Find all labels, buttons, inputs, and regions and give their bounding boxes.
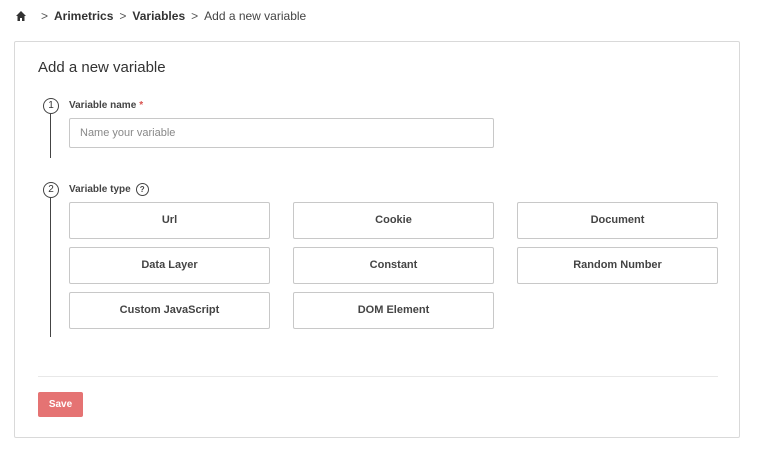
variable-type-label: Variable type ? xyxy=(69,183,149,196)
step-number-2: 2 xyxy=(43,182,59,198)
breadcrumb-separator: > xyxy=(191,9,199,23)
variable-name-input[interactable] xyxy=(69,118,494,148)
variable-type-dom-element-button[interactable]: DOM Element xyxy=(293,292,494,329)
variable-type-constant-button[interactable]: Constant xyxy=(293,247,494,284)
form-divider xyxy=(38,376,718,377)
variable-type-data-layer-button[interactable]: Data Layer xyxy=(69,247,270,284)
breadcrumb-separator: > xyxy=(119,9,127,23)
breadcrumb-item-arimetrics[interactable]: Arimetrics xyxy=(54,9,113,23)
variable-type-cookie-button[interactable]: Cookie xyxy=(293,202,494,239)
step-connector-line xyxy=(50,198,51,337)
variable-type-random-number-button[interactable]: Random Number xyxy=(517,247,718,284)
question-circle-icon[interactable]: ? xyxy=(135,183,149,196)
variable-type-url-button[interactable]: Url xyxy=(69,202,270,239)
step-number-1: 1 xyxy=(43,98,59,114)
variable-name-label: Variable name * xyxy=(69,100,143,111)
breadcrumb-item-variables[interactable]: Variables xyxy=(132,9,185,23)
breadcrumb: > Arimetrics > Variables > Add a new var… xyxy=(15,8,306,24)
required-marker: * xyxy=(139,100,144,111)
page-title: Add a new variable xyxy=(38,59,166,76)
breadcrumb-separator: > xyxy=(41,9,49,23)
variable-form-card: Add a new variable 1 Variable name * 2 V… xyxy=(14,41,740,438)
variable-type-label-text: Variable type xyxy=(69,184,131,195)
step-connector-line xyxy=(50,114,51,158)
variable-type-custom-javascript-button[interactable]: Custom JavaScript xyxy=(69,292,270,329)
save-button[interactable]: Save xyxy=(38,392,83,417)
variable-type-document-button[interactable]: Document xyxy=(517,202,718,239)
breadcrumb-current: Add a new variable xyxy=(204,9,307,23)
home-icon[interactable] xyxy=(15,10,27,22)
variable-name-label-text: Variable name xyxy=(69,100,137,111)
